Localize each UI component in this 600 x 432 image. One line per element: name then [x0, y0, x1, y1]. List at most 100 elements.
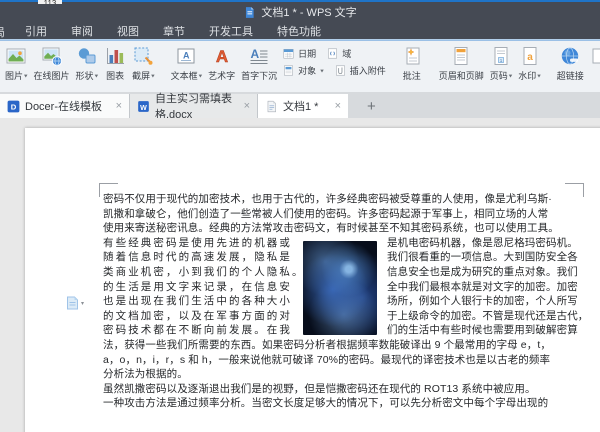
watermark-label: 水印 [518, 69, 536, 82]
wrap-left-column: 有些经典密码是使用先进的机器或随着信息时代的高速发展，隐私是类商业机密，小到我们… [103, 236, 303, 338]
dropdown-arrow-icon: ▾ [537, 72, 541, 78]
svg-text:a: a [527, 52, 533, 63]
text-line: 是机电密码机器，像是恩尼格玛密码机。 [387, 236, 585, 251]
clipped-ribbon-button[interactable] [587, 43, 600, 93]
shapes-button[interactable]: 形状▾ [73, 43, 102, 93]
word-doc-icon: W [137, 100, 150, 113]
svg-text:W: W [140, 103, 147, 111]
paragraph-lines-before-image: 密码不仅用于现代的加密技术，也用于古代的，许多经典密码被受尊重的人使用，像是尤利… [103, 192, 585, 236]
wordart-icon: A [211, 45, 233, 67]
menu-item[interactable]: 特色功能 [277, 23, 321, 39]
text-wrap-row: 有些经典密码是使用先进的机器或随着信息时代的高速发展，隐私是类商业机密，小到我们… [103, 236, 585, 338]
wrap-right-column: 是机电密码机器，像是恩尼格玛密码机。我们很看重的一项信息。大到国防安全各信息安全… [387, 236, 585, 338]
date-label: 日期 [298, 47, 316, 60]
tab-label: 文档1 * [283, 98, 318, 114]
text-line: 全中我们最根本就是对文字的加密。加密 [387, 280, 585, 295]
inline-image-box [303, 236, 387, 338]
field-label: 域 [342, 47, 351, 60]
insert-small-buttons: 日期 域 [280, 43, 388, 93]
header-footer-button[interactable]: 页眉和页脚 [436, 43, 487, 93]
text-line: 法，获得一些我们所需要的东西。如果密码分析者根据频率数能破译出 9 个最常用的字… [103, 338, 585, 353]
new-tab-button[interactable]: + [358, 94, 385, 118]
page-number-label: 页码 [490, 69, 508, 82]
svg-text:1: 1 [500, 58, 503, 63]
screenshot-button[interactable]: 截屏▾ [129, 43, 158, 93]
title-bar: 文档1 * - WPS 文字 [0, 0, 600, 22]
document-area: ▾ 密码不仅用于现代的加密技术，也用于古代的，许多经典密码被受尊重的人使用，像是… [0, 118, 600, 432]
wordart-button[interactable]: A 艺术字 [205, 43, 238, 93]
watermark-button[interactable]: a 水印▾ [515, 43, 544, 93]
comment-button[interactable]: 批注 [398, 43, 426, 93]
picture-button[interactable]: 图片▾ [2, 43, 31, 93]
chart-label: 图表 [106, 69, 124, 82]
text-line: 的生活是用文字来记录，在信息安 [103, 280, 303, 295]
document-icon [265, 100, 278, 113]
picture-label: 图片 [5, 69, 23, 82]
online-picture-button[interactable]: 在线图片 [31, 43, 73, 93]
menu-item[interactable]: 引用 [25, 23, 47, 39]
text-line: 虽然凯撒密码以及逐渐退出我们是的视野，但是恺撒密码还在现代的 ROT13 系统中… [103, 382, 585, 397]
docer-icon: D [7, 100, 20, 113]
tab-close-button[interactable]: × [116, 101, 122, 112]
dropcap-icon: A [248, 45, 270, 67]
text-line: 凯撒和拿破仑，他们创造了一些常被人们使用的密码。许多密码起源于军事上，相同立场的… [103, 207, 585, 222]
shapes-icon [76, 45, 98, 67]
svg-text:A: A [216, 47, 228, 66]
tab-practice-form-docx[interactable]: W 自主实习需填表格.docx × [130, 94, 258, 118]
text-line: 密码技术都在不断向前发展。在我 [103, 323, 303, 338]
paragraph-lines-after-image: 法，获得一些我们所需要的东西。如果密码分析者根据频率数能破译出 9 个最常用的字… [103, 338, 585, 411]
tab-close-button[interactable]: × [335, 101, 341, 112]
clipped-icon [590, 45, 600, 67]
screenshot-label: 截屏 [132, 69, 150, 82]
screen-fragment: 113 [38, 0, 62, 4]
chart-icon [104, 45, 126, 67]
online-picture-icon [41, 45, 63, 67]
date-button[interactable]: 日期 [282, 47, 316, 60]
object-button[interactable]: 对象 ▾ [282, 64, 324, 77]
wps-writer-window: 文档1 * - WPS 文字 113 局 引用 审阅 视图 章节 开发工具 特色功能 图片… [0, 0, 600, 432]
hyperlink-button[interactable]: 超链接 [554, 43, 587, 93]
menu-item[interactable]: 章节 [163, 23, 185, 39]
embedded-artwork-image[interactable] [303, 241, 377, 335]
hyperlink-icon [559, 45, 581, 67]
insert-ribbon: 图片▾ 在线图片 形状▾ [0, 41, 600, 94]
attachment-button[interactable]: 插入附件 [334, 64, 386, 77]
menu-item[interactable]: 审阅 [71, 23, 93, 39]
wps-document-icon [243, 6, 256, 19]
menu-item-clipped[interactable]: 局 [0, 24, 7, 40]
comment-icon [401, 45, 423, 67]
dropdown-arrow-icon: ▾ [199, 72, 203, 78]
textbox-icon: A [175, 45, 197, 67]
document-page[interactable]: ▾ 密码不仅用于现代的加密技术，也用于古代的，许多经典密码被受尊重的人使用，像是… [25, 128, 600, 432]
tab-label: Docer-在线模板 [25, 98, 102, 114]
page-number-icon: 1 [490, 45, 512, 67]
document-text: 密码不仅用于现代的加密技术，也用于古代的，许多经典密码被受尊重的人使用，像是尤利… [103, 192, 585, 411]
tab-document1-active[interactable]: 文档1 * × [258, 94, 348, 118]
dropdown-arrow-icon: ▾ [81, 300, 84, 307]
chart-button[interactable]: 图表 [101, 43, 129, 93]
field-icon [326, 47, 339, 60]
tab-close-button[interactable]: × [244, 101, 250, 112]
paste-options-button[interactable]: ▾ [66, 296, 84, 310]
svg-text:A: A [183, 51, 190, 61]
menu-item[interactable]: 开发工具 [209, 23, 253, 39]
shapes-label: 形状 [76, 69, 94, 82]
textbox-button[interactable]: A 文本框▾ [168, 43, 206, 93]
menu-item[interactable]: 视图 [117, 23, 139, 39]
attachment-icon [334, 64, 347, 77]
text-line: 有些经典密码是使用先进的机器或 [103, 236, 303, 251]
paste-options-icon [66, 296, 79, 310]
tab-docer-templates[interactable]: D Docer-在线模板 × [0, 94, 130, 118]
online-picture-label: 在线图片 [34, 69, 70, 82]
watermark-icon: a [519, 45, 541, 67]
dropdown-arrow-icon: ▾ [151, 72, 155, 78]
dropcap-button[interactable]: A 首字下沉 [238, 43, 280, 93]
text-line: 的文档加密，以及在军事方面的对 [103, 309, 303, 324]
window-title: 文档1 * - WPS 文字 [261, 4, 356, 20]
text-line: 使用来寄送秘密讯息。经典的方法常攻击密码文，有时候甚至不知其密码系统，也可以使用… [103, 221, 585, 236]
dropdown-arrow-icon: ▾ [95, 72, 99, 78]
field-button[interactable]: 域 [326, 47, 351, 60]
text-line: 们的生活中有些时候也需要用到破解密算 [387, 323, 585, 338]
text-line: 也是出现在我们生活中的各种大小 [103, 294, 303, 309]
page-number-button[interactable]: 1 页码▾ [487, 43, 516, 93]
